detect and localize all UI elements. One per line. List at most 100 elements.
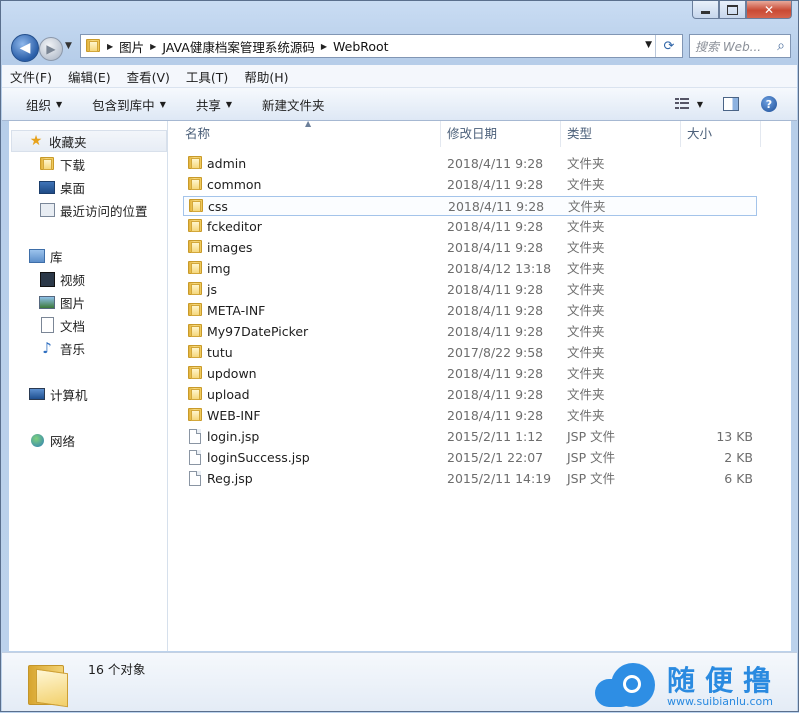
folder-row[interactable]: js 2018/4/11 9:28 文件夹 (183, 280, 757, 300)
search-input[interactable]: 搜索 Web... (695, 38, 761, 55)
breadcrumb-webroot[interactable]: WebRoot (333, 39, 389, 54)
nav-music[interactable]: ♪ 音乐 (39, 338, 85, 358)
file-size (667, 364, 753, 384)
folder-row[interactable]: img 2018/4/12 13:18 文件夹 (183, 259, 757, 279)
nav-favorites-label: 收藏夹 (49, 134, 87, 150)
nav-documents[interactable]: 文档 (39, 315, 85, 335)
chevron-right-icon[interactable]: ▶ (321, 42, 327, 51)
column-date-modified[interactable]: 修改日期 (441, 121, 561, 147)
folder-row[interactable]: tutu 2017/8/22 9:58 文件夹 (183, 343, 757, 363)
file-name: css (208, 199, 228, 214)
file-type: 文件夹 (567, 219, 605, 234)
search-box[interactable]: 搜索 Web... ⌕ (689, 34, 791, 58)
breadcrumb-pictures[interactable]: 图片 (119, 37, 144, 56)
nav-music-label: 音乐 (60, 341, 86, 357)
folder-row[interactable]: META-INF 2018/4/11 9:28 文件夹 (183, 301, 757, 321)
folder-row[interactable]: upload 2018/4/11 9:28 文件夹 (183, 385, 757, 405)
file-type: 文件夹 (567, 261, 605, 276)
item-count: 16 个对象 (88, 662, 146, 677)
folder-large-icon (28, 661, 68, 708)
column-name[interactable]: 名称 (179, 121, 441, 147)
nav-videos[interactable]: 视频 (39, 269, 85, 289)
change-view-icon[interactable] (674, 98, 689, 110)
file-row[interactable]: loginSuccess.jsp 2015/2/1 22:07 JSP 文件 2 KB (183, 448, 757, 468)
include-library-label: 包含到库中 (92, 97, 155, 113)
file-date-modified: 2018/4/11 9:28 (447, 408, 544, 423)
nav-pictures[interactable]: 图片 (39, 292, 85, 312)
nav-recent-places[interactable]: 最近访问的位置 (39, 200, 148, 220)
menu-help[interactable]: 帮助(H) (236, 67, 296, 86)
nav-libraries[interactable]: 库 (29, 246, 63, 266)
file-name: Reg.jsp (207, 471, 253, 486)
nav-desktop[interactable]: 桌面 (39, 177, 85, 197)
file-size (668, 197, 754, 217)
help-icon[interactable]: ? (761, 96, 777, 112)
view-options-dropdown[interactable]: ▼ (697, 100, 703, 109)
nav-network[interactable]: 网络 (29, 430, 75, 450)
folder-row[interactable]: css 2018/4/11 9:28 文件夹 (183, 196, 757, 216)
command-bar: 组织 ▼ 包含到库中 ▼ 共享 ▼ 新建文件夹 ▼ ? (2, 88, 797, 121)
column-type[interactable]: 类型 (561, 121, 681, 147)
column-size[interactable]: 大小 (681, 121, 761, 147)
folder-row[interactable]: WEB-INF 2018/4/11 9:28 文件夹 (183, 406, 757, 426)
documents-icon (39, 317, 55, 333)
organize-button[interactable]: 组织 ▼ (26, 95, 62, 114)
video-icon (39, 271, 55, 287)
file-date-modified: 2015/2/1 22:07 (447, 450, 544, 465)
menu-file[interactable]: 文件(F) (2, 67, 60, 86)
nav-downloads[interactable]: 下载 (39, 154, 85, 174)
include-in-library-button[interactable]: 包含到库中 ▼ (92, 95, 166, 114)
chevron-down-icon: ▼ (225, 99, 233, 109)
minimize-button[interactable] (692, 1, 719, 19)
folder-row[interactable]: fckeditor 2018/4/11 9:28 文件夹 (183, 217, 757, 237)
file-row[interactable]: login.jsp 2015/2/11 1:12 JSP 文件 13 KB (183, 427, 757, 447)
folder-row[interactable]: images 2018/4/11 9:28 文件夹 (183, 238, 757, 258)
breadcrumb-project[interactable]: JAVA健康档案管理系统源码 (162, 37, 315, 56)
chevron-right-icon[interactable]: ▶ (150, 42, 156, 51)
star-icon: ★ (29, 133, 43, 149)
close-button[interactable]: ✕ (746, 1, 792, 19)
nav-computer[interactable]: 计算机 (29, 384, 88, 404)
nav-downloads-label: 下载 (60, 157, 86, 173)
recent-pages-dropdown[interactable]: ▼ (65, 41, 72, 51)
music-note-icon: ♪ (42, 339, 52, 357)
file-size (667, 259, 753, 279)
file-date-modified: 2018/4/11 9:28 (447, 177, 544, 192)
file-type: 文件夹 (567, 303, 605, 318)
folder-icon (187, 219, 203, 235)
maximize-button[interactable] (719, 1, 746, 19)
refresh-button[interactable]: ⟳ (655, 35, 682, 57)
network-icon (29, 432, 45, 448)
folder-row[interactable]: updown 2018/4/11 9:28 文件夹 (183, 364, 757, 384)
folder-row[interactable]: common 2018/4/11 9:28 文件夹 (183, 175, 757, 195)
file-date-modified: 2018/4/11 9:28 (447, 156, 544, 171)
menu-edit[interactable]: 编辑(E) (60, 67, 119, 86)
folder-icon (187, 345, 203, 361)
chevron-right-icon[interactable]: ▶ (107, 42, 113, 51)
file-type: 文件夹 (567, 324, 605, 339)
recent-places-icon (39, 202, 55, 218)
file-name: loginSuccess.jsp (207, 450, 310, 465)
nav-recent-label: 最近访问的位置 (60, 203, 148, 219)
search-icon[interactable]: ⌕ (777, 38, 785, 54)
preview-pane-icon[interactable] (723, 97, 739, 111)
menu-view[interactable]: 查看(V) (119, 67, 178, 86)
watermark: 随便撸 www.suibianlu.com (595, 657, 795, 713)
file-row[interactable]: Reg.jsp 2015/2/11 14:19 JSP 文件 6 KB (183, 469, 757, 489)
forward-button[interactable]: ▶ (39, 37, 63, 61)
jsp-file-icon (187, 429, 203, 445)
menu-tools[interactable]: 工具(T) (178, 67, 236, 86)
folder-row[interactable]: admin 2018/4/11 9:28 文件夹 (183, 154, 757, 174)
address-history-dropdown[interactable]: ▼ (645, 40, 652, 50)
file-size (667, 217, 753, 237)
nav-favorites[interactable]: ★ 收藏夹 (11, 130, 167, 152)
file-name: META-INF (207, 303, 266, 318)
folder-row[interactable]: My97DatePicker 2018/4/11 9:28 文件夹 (183, 322, 757, 342)
address-bar[interactable]: ▶ 图片 ▶ JAVA健康档案管理系统源码 ▶ WebRoot ▼ ⟳ (80, 34, 683, 58)
file-name: login.jsp (207, 429, 260, 444)
file-size (667, 154, 753, 174)
maximize-icon (727, 4, 738, 15)
new-folder-button[interactable]: 新建文件夹 (262, 95, 325, 114)
share-button[interactable]: 共享 ▼ (196, 95, 232, 114)
back-button[interactable]: ◀ (11, 34, 39, 62)
